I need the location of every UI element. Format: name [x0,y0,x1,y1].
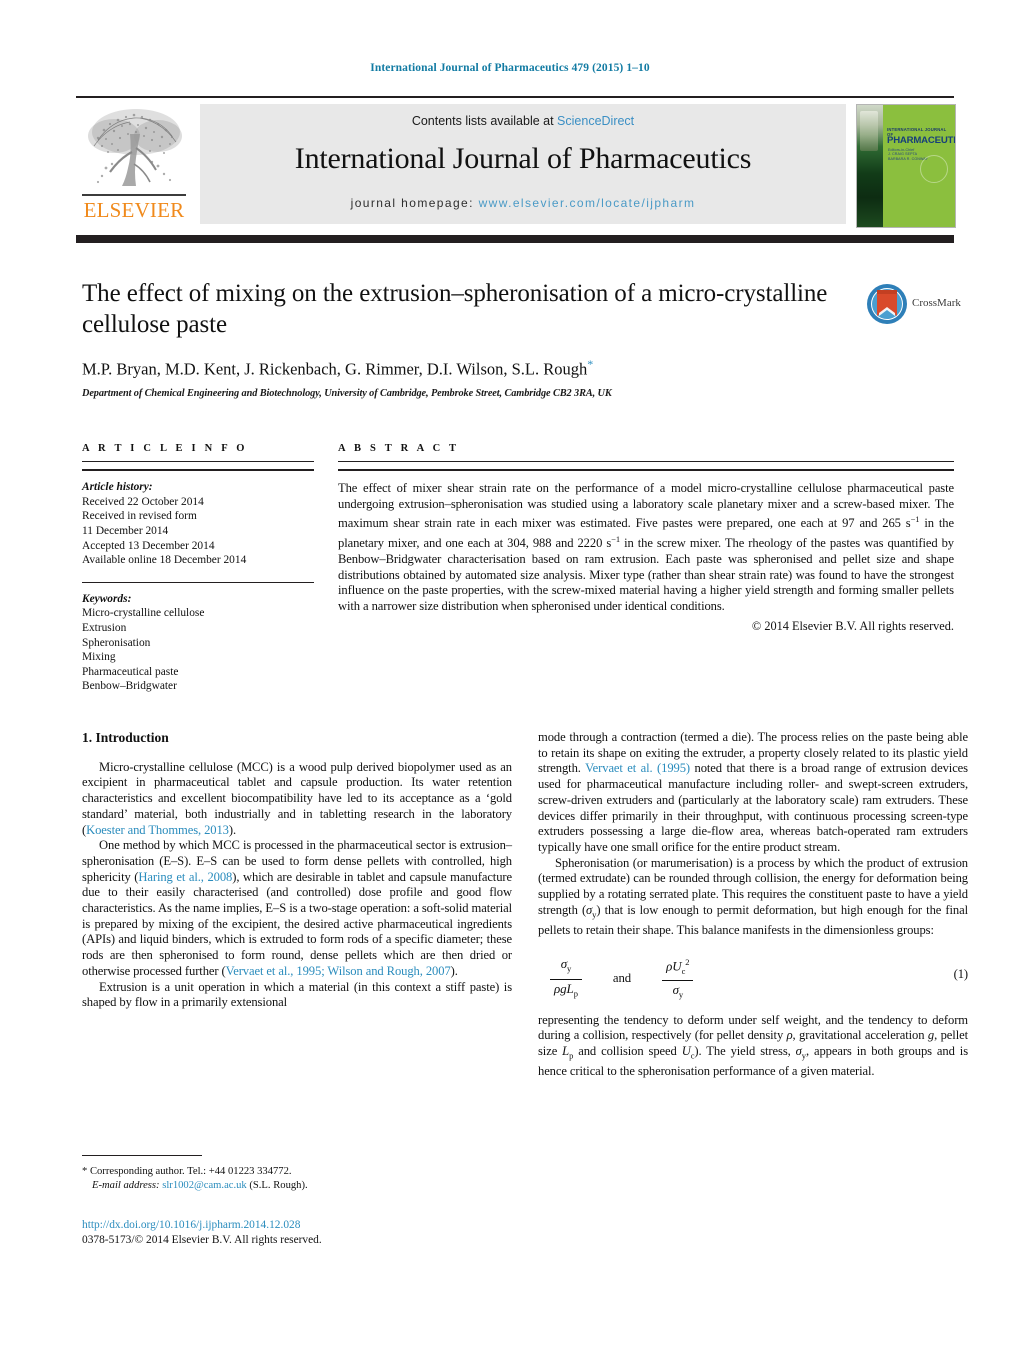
equation-g1-denominator: ρgLp [550,978,582,1002]
journal-cover-thumbnail: INTERNATIONAL JOURNAL OF PHARMACEUTICS E… [856,104,956,228]
abstract-text: The effect of mixer shear strain rate on… [338,481,954,613]
keyword-item: Micro-crystalline cellulose [82,607,205,620]
email-suffix: (S.L. Rough). [246,1179,308,1191]
journal-title: International Journal of Pharmaceutics [294,142,752,175]
corresponding-author-text: Corresponding author. Tel.: +44 01223 33… [87,1166,292,1178]
equation-g1-numerator: σy [560,956,572,974]
journal-homepage-line: journal homepage: www.elsevier.com/locat… [200,196,846,210]
affiliation: Department of Chemical Engineering and B… [82,387,612,399]
footnote-text: * Corresponding author. Tel.: +44 01223 … [82,1165,512,1192]
corresponding-author-note: * Corresponding author. Tel.: +44 01223 … [82,1165,512,1179]
running-head: International Journal of Pharmaceutics 4… [370,62,650,74]
issn-copyright-line: 0378-5173/© 2014 Elsevier B.V. All right… [82,1233,322,1246]
right-column-paragraphs: mode through a contraction (termed a die… [538,730,968,939]
body-paragraph: Micro-crystalline cellulose (MCC) is a w… [82,759,512,837]
keyword-item: Mixing [82,651,116,664]
section-heading-introduction: 1. Introduction [82,730,169,745]
article-info-rule-thick [82,469,314,472]
body-paragraph: Extrusion is a unit operation in which a… [82,979,512,1010]
email-note: E-mail address: slr1002@cam.ac.uk (S.L. … [82,1179,512,1193]
crossmark-icon [867,284,907,324]
doi-link[interactable]: http://dx.doi.org/10.1016/j.ijpharm.2014… [82,1218,512,1233]
equation-connector: and [612,971,632,986]
journal-homepage-link[interactable]: www.elsevier.com/locate/ijpharm [479,196,696,210]
keyword-item: Pharmaceutical paste [82,665,179,678]
body-paragraph: One method by which MCC is processed in … [82,838,512,978]
author-names: M.P. Bryan, M.D. Kent, J. Rickenbach, G.… [82,359,588,379]
copyright-line: © 2014 Elsevier B.V. All rights reserved… [751,619,954,634]
equation-group-2: ρUc2 σy [662,955,694,1004]
crossmark-label: CrossMark [912,297,961,309]
citation-link[interactable]: Vervaet et al., 1995; Wilson and Rough, … [226,964,451,978]
keywords-label: Keywords: [82,592,132,605]
keyword-item: Benbow–Bridgwater [82,680,177,693]
elsevier-tree-icon [88,109,182,186]
keyword-item: Extrusion [82,621,127,634]
journal-masthead: ELSEVIER Contents lists available at Sci… [76,96,956,228]
cover-photo-strip [857,105,883,227]
contents-available-line: Contents lists available at ScienceDirec… [200,114,846,128]
masthead-inner: ELSEVIER Contents lists available at Sci… [76,102,956,228]
article-info-heading: A R T I C L E I N F O [82,443,248,454]
doi-block: http://dx.doi.org/10.1016/j.ijpharm.2014… [82,1218,512,1247]
history-item: Received 22 October 2014 [82,495,204,508]
page-title: The effect of mixing on the extrusion–sp… [82,280,828,338]
body-paragraph: Spheronisation (or marumerisation) is a … [538,855,968,937]
article-info-column: A R T I C L E I N F O Article history: R… [82,443,314,694]
equation-number: (1) [953,966,968,981]
abstract-rule-top [338,461,954,462]
sciencedirect-link[interactable]: ScienceDirect [557,114,634,128]
journal-band: Contents lists available at ScienceDirec… [200,104,846,224]
equation-g2-denominator: σy [662,980,694,1003]
body-column-left: 1. Introduction Micro-crystalline cellul… [82,730,512,1011]
email-link[interactable]: slr1002@cam.ac.uk [162,1180,246,1191]
citation-link[interactable]: Koester and Thommes, 2013 [86,823,229,837]
elsevier-baseline-rule [82,194,186,196]
history-item: Available online 18 December 2014 [82,554,247,567]
right-column-paragraphs-after-equation: representing the tendency to deform unde… [538,1013,968,1080]
article-history-block: Article history: Received 22 October 201… [82,480,314,568]
elsevier-logo: ELSEVIER [76,102,192,226]
cover-line-main: PHARMACEUTICS [887,135,956,146]
article-info-rule-top [82,461,314,462]
email-label: E-mail address: [92,1179,160,1191]
keyword-item: Spheronisation [82,636,151,649]
title-block: The effect of mixing on the extrusion–sp… [82,278,862,399]
author-list: M.P. Bryan, M.D. Kent, J. Rickenbach, G.… [82,357,862,380]
elsevier-wordmark: ELSEVIER [83,198,185,222]
equation-g2-numerator: ρUc2 [666,956,690,976]
abstract-column: A B S T R A C T The effect of mixer shea… [338,443,954,634]
history-item: Received in revised form [82,510,197,523]
journal-article-page: International Journal of Pharmaceutics 4… [0,0,1020,1351]
cover-disc-graphic [920,155,948,183]
keywords-block: Keywords: Micro-crystalline cellulose Ex… [82,592,314,694]
citation-link[interactable]: Vervaet et al. (1995) [585,761,690,775]
history-item: 11 December 2014 [82,524,169,537]
body-paragraph: mode through a contraction (termed a die… [538,730,968,854]
corresponding-author-marker: * [587,357,594,371]
masthead-bottom-rule [76,235,954,243]
body-column-right: mode through a contraction (termed a die… [538,730,968,1080]
body-paragraph: representing the tendency to deform unde… [538,1012,968,1079]
abstract-heading: A B S T R A C T [338,443,460,454]
citation-link[interactable]: Haring et al., 2008 [138,870,232,884]
crossmark-badge-container[interactable]: CrossMark [866,283,961,329]
footnote-rule [82,1155,202,1157]
masthead-top-rule [76,96,954,98]
history-item: Accepted 13 December 2014 [82,539,215,552]
keywords-rule [82,581,314,583]
article-history-label: Article history: [82,481,153,494]
footnote-block: * Corresponding author. Tel.: +44 01223 … [82,1155,512,1193]
equation-group-1: σy ρgLp [550,956,582,1002]
equation-1: σy ρgLp and ρUc2 σy (1) [538,955,968,1002]
left-column-paragraphs: Micro-crystalline cellulose (MCC) is a w… [82,760,512,1011]
contents-prefix: Contents lists available at [411,114,558,128]
homepage-prefix: journal homepage: [350,196,479,210]
abstract-rule-thick [338,469,954,472]
